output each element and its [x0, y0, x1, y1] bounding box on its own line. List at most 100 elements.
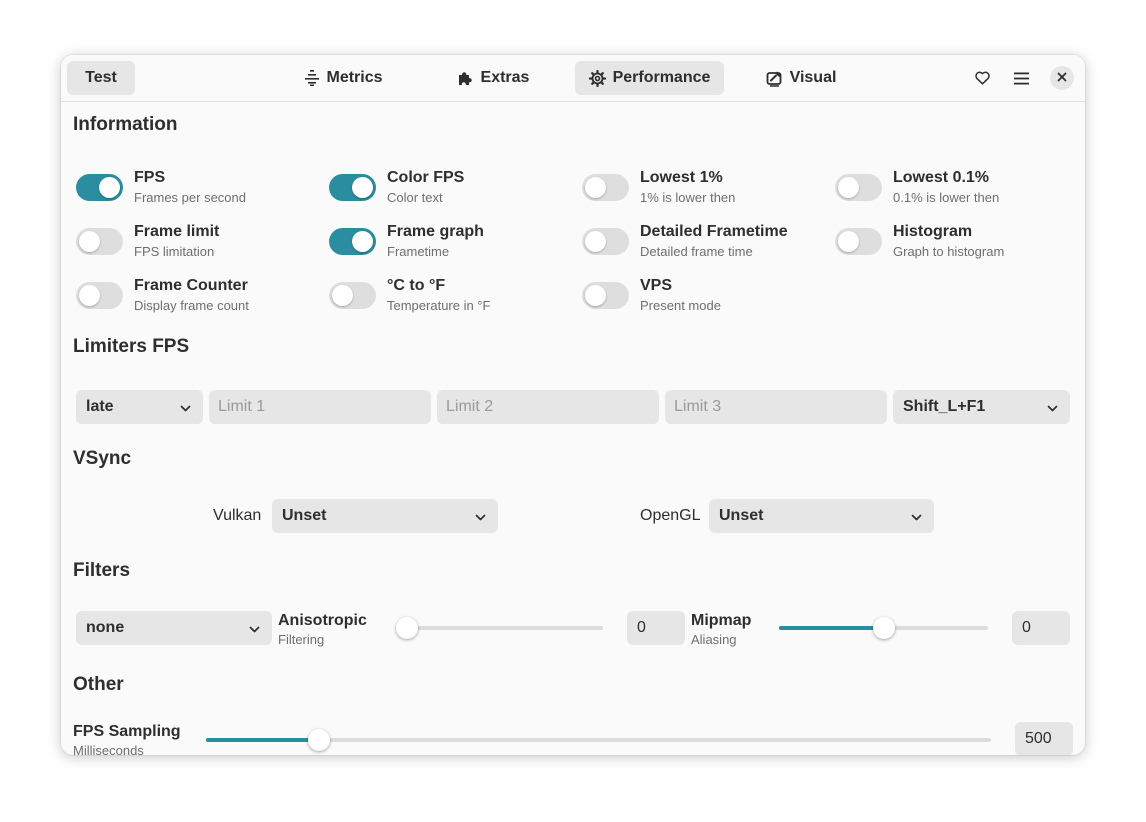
- toggle-knob: [79, 231, 100, 252]
- toggle-knob: [352, 231, 373, 252]
- color-fps-toggle[interactable]: [329, 174, 376, 201]
- close-button[interactable]: [1050, 66, 1074, 90]
- lowest-1-sublabel: 1% is lower then: [640, 190, 736, 205]
- fps-sampling-value-input[interactable]: [1015, 722, 1073, 755]
- color-fps-sublabel: Color text: [387, 190, 443, 205]
- toggle-knob: [332, 285, 353, 306]
- lowest-0-1-toggle[interactable]: [835, 174, 882, 201]
- histogram-toggle[interactable]: [835, 228, 882, 255]
- puzzle-icon: [457, 70, 474, 87]
- limit-1-input[interactable]: [209, 390, 431, 424]
- test-button-label: Test: [85, 69, 117, 86]
- frame-limit-sublabel: FPS limitation: [134, 244, 215, 259]
- tab-metrics-label: Metrics: [326, 69, 383, 86]
- limiter-method-value: late: [86, 398, 114, 415]
- frame-counter-toggle[interactable]: [76, 282, 123, 309]
- chevron-down-icon: [180, 401, 191, 419]
- section-title-information: Information: [73, 114, 178, 135]
- toggle-knob: [838, 177, 859, 198]
- c-to-f-label: °C to °F: [387, 277, 446, 294]
- anisotropic-value-input[interactable]: [627, 611, 685, 645]
- tab-metrics[interactable]: Metrics: [297, 61, 391, 95]
- frame-graph-sublabel: Frametime: [387, 244, 450, 259]
- limit-3-input[interactable]: [665, 390, 887, 424]
- toggle-knob: [838, 231, 859, 252]
- histogram-label: Histogram: [893, 223, 973, 240]
- opengl-label: OpenGL: [640, 507, 701, 524]
- histogram-sublabel: Graph to histogram: [893, 244, 1005, 259]
- frame-counter-label: Frame Counter: [134, 277, 248, 294]
- c-to-f-sublabel: Temperature in °F: [387, 298, 491, 313]
- lowest-1-toggle[interactable]: [582, 174, 629, 201]
- vps-sublabel: Present mode: [640, 298, 721, 313]
- mipmap-slider[interactable]: [779, 616, 988, 640]
- tab-visual-label: Visual: [789, 69, 837, 86]
- slider-track: [396, 626, 603, 630]
- opengl-vsync-value: Unset: [719, 507, 764, 524]
- metrics-icon: [305, 70, 320, 86]
- anisotropic-slider[interactable]: [396, 616, 603, 640]
- slider-fill: [779, 626, 884, 630]
- tab-performance[interactable]: Performance: [575, 61, 724, 95]
- section-title-other: Other: [73, 674, 124, 695]
- slider-thumb[interactable]: [873, 617, 895, 639]
- toggle-knob: [352, 177, 373, 198]
- heart-icon: [974, 71, 990, 85]
- chevron-down-icon: [1047, 401, 1058, 419]
- fps-sampling-label: FPS Sampling: [73, 723, 181, 740]
- toggle-knob: [585, 231, 606, 252]
- mipmap-sublabel: Aliasing: [691, 632, 737, 647]
- toggle-knob: [99, 177, 120, 198]
- toggle-knob: [79, 285, 100, 306]
- tab-performance-label: Performance: [612, 69, 711, 86]
- vulkan-label: Vulkan: [213, 507, 262, 524]
- opengl-vsync-dropdown[interactable]: Unset: [709, 499, 934, 533]
- slider-fill: [206, 738, 319, 742]
- anisotropic-sublabel: Filtering: [278, 632, 325, 647]
- section-title-filters: Filters: [73, 560, 131, 581]
- fps-sampling-slider[interactable]: [206, 728, 991, 752]
- detailed-frametime-label: Detailed Frametime: [640, 223, 788, 240]
- frame-graph-label: Frame graph: [387, 223, 484, 240]
- chevron-down-icon: [911, 510, 922, 528]
- tab-visual[interactable]: Visual: [761, 61, 841, 95]
- lowest-1-label: Lowest 1%: [640, 169, 723, 186]
- tab-extras-label: Extras: [480, 69, 530, 86]
- toggle-key-dropdown[interactable]: Shift_L+F1: [893, 390, 1070, 424]
- anisotropic-label: Anisotropic: [278, 612, 367, 629]
- favorite-button[interactable]: [967, 61, 997, 95]
- test-button[interactable]: Test: [67, 61, 135, 95]
- frame-limit-label: Frame limit: [134, 223, 220, 240]
- visual-icon: [766, 70, 783, 87]
- slider-thumb[interactable]: [308, 729, 330, 751]
- frame-limit-toggle[interactable]: [76, 228, 123, 255]
- toggle-knob: [585, 177, 606, 198]
- toggle-key-value: Shift_L+F1: [903, 398, 986, 415]
- tab-extras[interactable]: Extras: [451, 61, 535, 95]
- vps-toggle[interactable]: [582, 282, 629, 309]
- fps-sampling-sublabel: Milliseconds: [73, 743, 144, 755]
- limiter-method-dropdown[interactable]: late: [76, 390, 203, 424]
- detailed-frametime-sublabel: Detailed frame time: [640, 244, 753, 259]
- fps-toggle[interactable]: [76, 174, 123, 201]
- vulkan-vsync-dropdown[interactable]: Unset: [272, 499, 498, 533]
- fps-sublabel: Frames per second: [134, 190, 246, 205]
- frame-graph-toggle[interactable]: [329, 228, 376, 255]
- slider-thumb[interactable]: [396, 617, 418, 639]
- limit-2-input[interactable]: [437, 390, 659, 424]
- lowest-0-1-sublabel: 0.1% is lower then: [893, 190, 1000, 205]
- filter-dropdown[interactable]: none: [76, 611, 272, 645]
- mipmap-value-input[interactable]: [1012, 611, 1070, 645]
- toggle-knob: [585, 285, 606, 306]
- filter-value: none: [86, 619, 125, 636]
- c-to-f-toggle[interactable]: [329, 282, 376, 309]
- chevron-down-icon: [249, 622, 260, 640]
- menu-button[interactable]: [1006, 61, 1036, 95]
- app-window: Test Metrics Extras Performance Visual I…: [61, 55, 1085, 755]
- chevron-down-icon: [475, 510, 486, 528]
- hamburger-icon: [1013, 72, 1029, 85]
- content-area: Information FPS Frames per second Color FP…: [61, 102, 1085, 755]
- header-bar: Test Metrics Extras Performance Visual: [61, 55, 1085, 102]
- detailed-frametime-toggle[interactable]: [582, 228, 629, 255]
- mipmap-label: Mipmap: [691, 612, 752, 629]
